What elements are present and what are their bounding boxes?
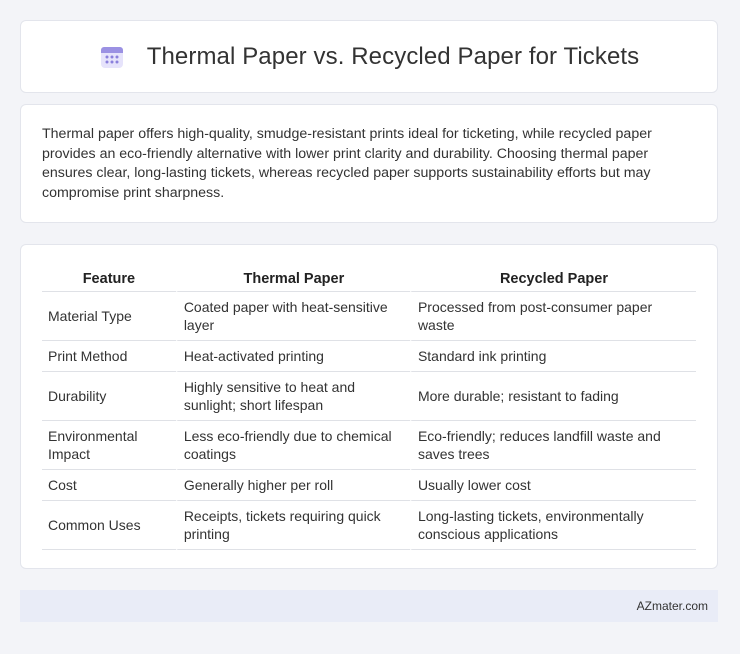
thermal-cell: Less eco-friendly due to chemical coatin… <box>175 421 410 470</box>
thermal-cell: Generally higher per roll <box>175 470 410 501</box>
table-row: Material Type Coated paper with heat-sen… <box>42 292 696 341</box>
feature-cell: Cost <box>42 470 176 501</box>
recycled-cell: Processed from post-consumer paper waste <box>409 292 696 341</box>
feature-cell: Common Uses <box>42 501 176 550</box>
table-row: Durability Highly sensitive to heat and … <box>42 372 696 421</box>
recycled-cell: Standard ink printing <box>409 341 696 372</box>
intro-paragraph: Thermal paper offers high-quality, smudg… <box>42 126 652 201</box>
recycled-cell: Usually lower cost <box>409 470 696 501</box>
thermal-cell: Highly sensitive to heat and sunlight; s… <box>175 372 410 421</box>
feature-cell: Material Type <box>42 292 176 341</box>
calendar-icon <box>99 44 125 70</box>
header-recycled-paper: Recycled Paper <box>409 267 696 292</box>
header-feature: Feature <box>42 267 176 292</box>
table-row: Cost Generally higher per roll Usually l… <box>42 470 696 501</box>
footer-bar: AZmater.com <box>20 590 718 622</box>
table-row: Common Uses Receipts, tickets requiring … <box>42 501 696 550</box>
thermal-cell: Coated paper with heat-sensitive layer <box>175 292 410 341</box>
recycled-cell: Long-lasting tickets, environmentally co… <box>409 501 696 550</box>
footer-brand: AZmater.com <box>636 599 708 613</box>
page-title: Thermal Paper vs. Recycled Paper for Tic… <box>146 42 640 70</box>
table-header-row: Feature Thermal Paper Recycled Paper <box>42 267 696 292</box>
table-row: Print Method Heat-activated printing Sta… <box>42 341 696 372</box>
feature-cell: Print Method <box>42 341 176 372</box>
feature-cell: Durability <box>42 372 176 421</box>
recycled-cell: More durable; resistant to fading <box>409 372 696 421</box>
header-thermal-paper: Thermal Paper <box>175 267 410 292</box>
intro-card: Thermal paper offers high-quality, smudg… <box>20 104 718 223</box>
comparison-card: Feature Thermal Paper Recycled Paper Mat… <box>20 244 718 569</box>
table-row: Environmental Impact Less eco-friendly d… <box>42 421 696 470</box>
thermal-cell: Receipts, tickets requiring quick printi… <box>175 501 410 550</box>
title-card: Thermal Paper vs. Recycled Paper for Tic… <box>20 20 718 93</box>
feature-cell: Environmental Impact <box>42 421 176 470</box>
thermal-cell: Heat-activated printing <box>175 341 410 372</box>
comparison-table: Feature Thermal Paper Recycled Paper Mat… <box>42 267 696 550</box>
recycled-cell: Eco-friendly; reduces landfill waste and… <box>409 421 696 470</box>
